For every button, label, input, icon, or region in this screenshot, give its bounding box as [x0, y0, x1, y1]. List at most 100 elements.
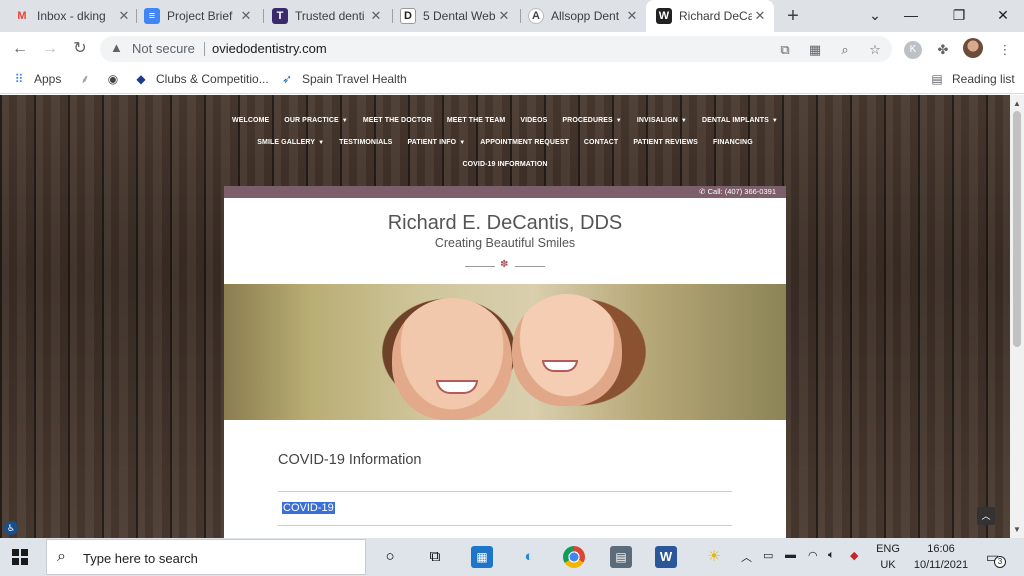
- system-clock[interactable]: 16:06 10/11/2021: [908, 541, 974, 573]
- profile-extension-icon[interactable]: K: [904, 41, 922, 59]
- tab-title: Richard DeCa: [679, 9, 752, 23]
- nav-item[interactable]: FINANCING: [713, 139, 753, 146]
- tab-dental-web[interactable]: D 5 Dental Web ✕: [400, 0, 512, 32]
- weather-icon[interactable]: ☀: [703, 546, 725, 568]
- scrollbar-thumb[interactable]: [1013, 111, 1021, 347]
- close-window-icon[interactable]: ✕: [980, 0, 1024, 30]
- tab-close-icon[interactable]: ✕: [624, 8, 640, 24]
- taskbar-search[interactable]: ⌕ Type here to search: [46, 539, 366, 575]
- qr-code-icon[interactable]: ▦: [806, 41, 824, 59]
- notifications-icon[interactable]: ▭ 3: [986, 549, 1006, 568]
- nav-item[interactable]: MEET THE DOCTOR: [363, 117, 432, 124]
- bookmark-item[interactable]: ◉: [106, 72, 128, 86]
- nav-item-label: INVISALIGN: [636, 116, 678, 124]
- url-text[interactable]: oviedodentistry.com: [212, 41, 327, 56]
- nav-item[interactable]: CONTACT: [584, 139, 618, 146]
- word-icon[interactable]: W: [655, 546, 677, 568]
- bookmark-star-icon[interactable]: ☆: [866, 41, 884, 59]
- new-tab-button[interactable]: +: [784, 3, 802, 29]
- wifi-icon[interactable]: ◠: [808, 549, 818, 562]
- bookmark-apps[interactable]: ⠿ Apps: [12, 72, 62, 86]
- tab-close-icon[interactable]: ✕: [752, 8, 768, 24]
- tab-trusted-dentist[interactable]: T Trusted denti ✕: [272, 0, 384, 32]
- windows-start-icon[interactable]: [12, 549, 28, 565]
- nav-item[interactable]: PATIENT INFO ▼: [407, 139, 465, 146]
- bookmark-item[interactable]: ⸙: [78, 72, 100, 86]
- doctor-name[interactable]: Richard E. DeCantis, DDS: [224, 212, 786, 235]
- nav-item[interactable]: VIDEOS: [520, 117, 547, 124]
- bookmark-spain-travel[interactable]: ➶ Spain Travel Health: [280, 72, 407, 86]
- nav-item[interactable]: INVISALIGN ▼: [637, 117, 687, 124]
- task-view-icon[interactable]: ⧉: [424, 546, 446, 568]
- scroll-to-top-button[interactable]: ︿: [977, 507, 995, 525]
- site-navigation: WELCOME OUR PRACTICE ▼ MEET THE DOCTOR MEET …: [230, 109, 780, 175]
- nav-item[interactable]: OUR PRACTICE ▼: [284, 117, 348, 124]
- nav-row: COVID-19 INFORMATION: [230, 153, 780, 175]
- nav-item[interactable]: APPOINTMENT REQUEST: [480, 139, 569, 146]
- apps-grid-icon: ⠿: [14, 72, 24, 86]
- tab-project-brief[interactable]: ≡ Project Brief ✕: [144, 0, 254, 32]
- search-placeholder: Type here to search: [83, 551, 198, 566]
- chrome-icon[interactable]: [563, 546, 585, 568]
- covid-link[interactable]: COVID-19: [282, 502, 335, 514]
- nav-item-label: DENTAL IMPLANTS: [701, 116, 769, 124]
- volume-icon[interactable]: 🔈︎: [828, 549, 835, 562]
- tab-close-icon[interactable]: ✕: [368, 8, 384, 24]
- tab-allsopp-dental[interactable]: A Allsopp Dent ✕: [528, 0, 640, 32]
- nav-item[interactable]: MEET THE TEAM: [447, 117, 505, 124]
- show-hidden-icons[interactable]: ︿: [741, 549, 752, 565]
- forward-icon[interactable]: →: [38, 37, 62, 61]
- antivirus-icon[interactable]: ◆: [850, 549, 858, 562]
- zoom-icon[interactable]: ⌕: [836, 41, 854, 59]
- battery-icon[interactable]: ▬: [785, 549, 796, 561]
- minimize-icon[interactable]: —: [888, 0, 934, 30]
- scroll-up-icon[interactable]: ▲: [1013, 99, 1021, 108]
- bookmark-clubs[interactable]: ◆ Clubs & Competitio...: [134, 72, 268, 86]
- nav-item-label: VIDEOS: [520, 116, 548, 124]
- accessibility-icon[interactable]: ♿: [4, 521, 18, 535]
- address-bar[interactable]: ▲ Not secure oviedodentistry.com ⧉ ▦ ⌕ ☆: [100, 36, 892, 62]
- calculator-icon[interactable]: ▤: [610, 546, 632, 568]
- restore-icon[interactable]: ❐: [936, 0, 982, 30]
- reading-list[interactable]: ▤ Reading list: [930, 72, 1014, 86]
- nav-item[interactable]: WELCOME: [232, 117, 269, 124]
- notification-count: 3: [994, 556, 1006, 568]
- clock-date: 10/11/2021: [913, 559, 969, 571]
- nav-item-label: PATIENT REVIEWS: [633, 138, 698, 146]
- input-language[interactable]: ENG UK: [874, 541, 902, 573]
- warning-icon[interactable]: ▲: [110, 40, 123, 55]
- nav-item[interactable]: DENTAL IMPLANTS ▼: [702, 117, 778, 124]
- back-icon[interactable]: ←: [8, 37, 32, 61]
- dropdown-caret-icon: ▼: [318, 139, 325, 146]
- nav-item[interactable]: COVID-19 INFORMATION: [462, 161, 547, 168]
- calendar-app-icon[interactable]: ▦: [471, 546, 493, 568]
- tab-richard-decantis[interactable]: W Richard DeCa ✕: [646, 0, 774, 32]
- meet-now-icon[interactable]: ▭: [763, 549, 773, 562]
- security-label[interactable]: Not secure: [132, 41, 195, 56]
- cast-icon[interactable]: ⧉: [776, 41, 794, 59]
- tab-close-icon[interactable]: ✕: [238, 8, 254, 24]
- search-icon: ⌕: [57, 548, 66, 565]
- reload-icon[interactable]: ↻: [68, 37, 92, 61]
- nav-item[interactable]: PATIENT REVIEWS: [633, 139, 698, 146]
- nav-item[interactable]: TESTIMONIALS: [339, 139, 392, 146]
- page-scrollbar[interactable]: ▲ ▼: [1010, 95, 1024, 538]
- content-card: ✆ Call: (407) 366-0391 Richard E. DeCant…: [224, 186, 786, 538]
- extensions-puzzle-icon[interactable]: ✤: [934, 41, 952, 59]
- bookmark-label: Apps: [34, 72, 62, 86]
- dropdown-caret-icon: ▼: [459, 139, 466, 146]
- tab-gmail[interactable]: M Inbox - dking ✕: [14, 0, 132, 32]
- bookmark-label: Spain Travel Health: [302, 72, 407, 86]
- tab-close-icon[interactable]: ✕: [496, 8, 512, 24]
- browser-toolbar: ← → ↻ ▲ Not secure oviedodentistry.com ⧉…: [0, 32, 1024, 66]
- profile-avatar[interactable]: [963, 38, 983, 58]
- tab-close-icon[interactable]: ✕: [116, 8, 132, 24]
- edge-icon[interactable]: ◐: [518, 546, 540, 568]
- phone-number[interactable]: Call: (407) 366-0391: [708, 187, 776, 196]
- web-page: WELCOME OUR PRACTICE ▼ MEET THE DOCTOR MEET …: [0, 95, 1010, 538]
- cortana-icon[interactable]: ○: [379, 546, 401, 568]
- nav-item[interactable]: SMILE GALLERY ▼: [257, 139, 324, 146]
- menu-kebab-icon[interactable]: ⋮: [996, 41, 1014, 59]
- scroll-down-icon[interactable]: ▼: [1013, 525, 1021, 534]
- nav-item[interactable]: PROCEDURES ▼: [562, 117, 621, 124]
